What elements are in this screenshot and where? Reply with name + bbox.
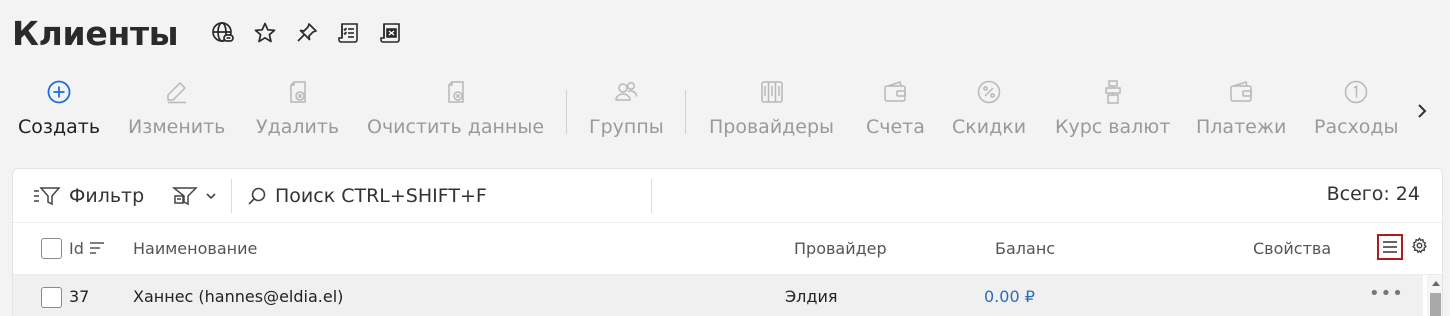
filter-icon (34, 187, 61, 206)
create-button[interactable]: Создать (18, 74, 100, 150)
main-toolbar: Создать Изменить Удалить Очистить данные… (0, 74, 1450, 150)
currency-rate-label: Курс валют (1055, 116, 1171, 138)
excel-export-icon[interactable] (378, 20, 404, 46)
column-menu-button[interactable] (1377, 234, 1403, 260)
pencil-icon (164, 74, 190, 110)
gear-icon[interactable] (1411, 237, 1428, 258)
cell-provider: Элдия (785, 287, 838, 306)
clients-grid: Фильтр Всего: 24 Id Наименование Провайд… (12, 168, 1443, 316)
select-all-checkbox[interactable] (41, 238, 62, 259)
pin-icon[interactable] (294, 20, 320, 46)
cell-balance[interactable]: 0.00 ₽ (984, 287, 1035, 306)
percent-circle-icon (976, 74, 1002, 110)
row-checkbox[interactable] (41, 287, 62, 308)
column-provider[interactable]: Провайдер (794, 239, 887, 258)
delete-file-icon (285, 74, 311, 110)
saved-filter-icon (171, 187, 198, 206)
discounts-label: Скидки (952, 116, 1027, 138)
expenses-button[interactable]: Расходы (1314, 74, 1399, 150)
accounts-label: Счета (866, 116, 925, 138)
edit-button[interactable]: Изменить (128, 74, 225, 150)
discounts-button[interactable]: Скидки (952, 74, 1026, 150)
filter-presets-dropdown[interactable] (171, 181, 217, 211)
server-rack-icon (759, 74, 785, 110)
exchange-icon (1100, 74, 1126, 110)
title-bar: Клиенты (12, 10, 404, 56)
chevron-down-icon (206, 193, 216, 200)
payments-button[interactable]: Платежи (1196, 74, 1286, 150)
create-label: Создать (18, 116, 101, 138)
payments-label: Платежи (1196, 116, 1287, 138)
cell-name: Ханнес (hannes@eldia.el) (133, 287, 344, 306)
star-icon[interactable] (252, 20, 278, 46)
search-divider (651, 179, 652, 213)
total-count: Всего: 24 (1326, 183, 1420, 205)
payment-wallet-icon (1228, 74, 1254, 110)
scroll-thumb[interactable] (1430, 293, 1441, 316)
globe-link-icon[interactable] (210, 20, 236, 46)
hamburger-icon (1383, 241, 1397, 253)
users-icon (613, 74, 639, 110)
groups-label: Группы (589, 116, 664, 138)
delete-button[interactable]: Удалить (256, 74, 339, 150)
column-properties[interactable]: Свойства (1253, 239, 1331, 258)
row-actions-button[interactable]: ••• (1369, 283, 1404, 304)
table-header: Id Наименование Провайдер Баланс Свойств… (13, 223, 1442, 275)
chevron-right-icon[interactable] (1410, 96, 1434, 126)
delete-label: Удалить (256, 116, 340, 138)
filter-bar: Фильтр Всего: 24 (13, 169, 1442, 223)
providers-button[interactable]: Провайдеры (709, 74, 834, 150)
accounts-button[interactable]: Счета (866, 74, 925, 150)
groups-button[interactable]: Группы (589, 74, 664, 150)
column-balance[interactable]: Баланс (995, 239, 1055, 258)
edit-label: Изменить (128, 116, 226, 138)
table-row[interactable]: 37 Ханнес (hannes@eldia.el) Элдия 0.00 ₽… (13, 275, 1423, 316)
wallet-icon (882, 74, 908, 110)
clear-data-label: Очистить данные (367, 116, 545, 138)
sort-icon[interactable] (89, 240, 105, 256)
checklist-icon[interactable] (336, 20, 362, 46)
search-box (247, 181, 647, 211)
filter-label: Фильтр (69, 185, 145, 207)
filter-divider (231, 179, 232, 213)
clear-data-button[interactable]: Очистить данные (367, 74, 544, 150)
currency-rate-button[interactable]: Курс валют (1055, 74, 1170, 150)
providers-label: Провайдеры (709, 116, 835, 138)
column-name[interactable]: Наименование (133, 239, 257, 258)
page-title: Клиенты (12, 13, 179, 53)
plus-circle-icon (46, 74, 72, 110)
clear-file-icon (443, 74, 469, 110)
toolbar-divider (685, 90, 686, 134)
search-input[interactable] (275, 185, 635, 207)
scroll-up-icon[interactable] (1432, 281, 1440, 286)
vertical-scrollbar[interactable] (1427, 275, 1442, 316)
expenses-label: Расходы (1314, 116, 1399, 138)
column-id[interactable]: Id (69, 239, 84, 258)
filter-button[interactable]: Фильтр (33, 181, 144, 211)
cell-id: 37 (69, 287, 90, 306)
search-icon (248, 187, 266, 205)
toolbar-divider (566, 90, 567, 134)
title-actions (210, 20, 404, 46)
number-one-circle-icon (1343, 74, 1369, 110)
